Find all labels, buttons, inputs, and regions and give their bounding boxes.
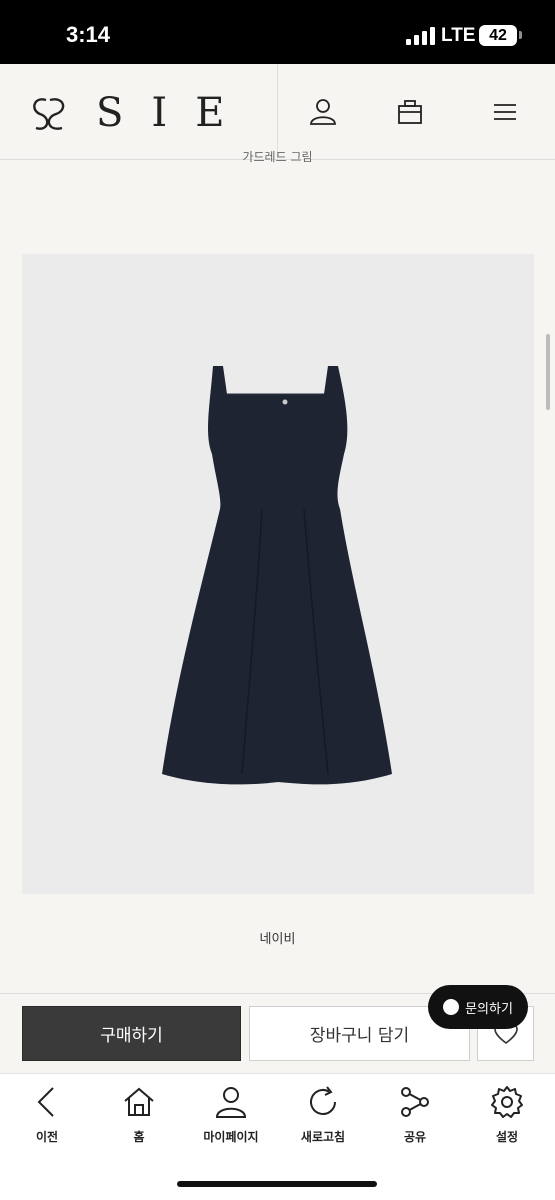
nav-label: 홈 — [133, 1130, 145, 1144]
share-icon — [401, 1087, 429, 1117]
gear-icon — [491, 1086, 523, 1118]
inquiry-logo-icon — [443, 999, 460, 1015]
nav-home[interactable]: 홈 — [93, 1084, 185, 1150]
header-divider — [277, 64, 278, 160]
refresh-icon — [310, 1086, 336, 1115]
person-icon — [215, 1087, 247, 1118]
buy-button[interactable]: 구매하기 — [22, 1006, 241, 1061]
inquiry-button[interactable]: 문의하기 — [428, 985, 528, 1029]
user-icon[interactable] — [308, 97, 338, 127]
nav-label: 이전 — [35, 1130, 59, 1144]
nav-settings[interactable]: 설정 — [461, 1084, 553, 1150]
battery-icon: 42 — [479, 25, 517, 46]
home-icon — [124, 1087, 154, 1116]
scrollbar[interactable] — [546, 334, 550, 410]
inquiry-label: 문의하기 — [465, 1001, 513, 1017]
network-type: LTE — [441, 25, 476, 46]
dress-image — [162, 366, 392, 785]
product-image[interactable] — [22, 254, 534, 894]
battery-tip — [519, 31, 522, 39]
nav-label: 새로고침 — [300, 1130, 346, 1144]
nav-label: 설정 — [495, 1130, 519, 1144]
bag-icon[interactable] — [395, 97, 425, 127]
home-indicator[interactable] — [177, 1181, 377, 1187]
menu-icon[interactable] — [490, 97, 520, 127]
nav-mypage[interactable]: 마이페이지 — [185, 1084, 277, 1150]
nav-label: 마이페이지 — [203, 1130, 259, 1144]
nav-label: 공유 — [403, 1130, 427, 1144]
site-header: SIE — [0, 64, 555, 160]
nav-share[interactable]: 공유 — [369, 1084, 461, 1150]
brand-name[interactable]: SIE — [96, 90, 252, 136]
signal-icon — [406, 27, 436, 45]
status-time: 3:14 — [66, 22, 111, 47]
partial-caption: 가드레드 그림 — [242, 150, 313, 164]
chevron-left-icon — [37, 1087, 54, 1117]
brand-logo-icon[interactable] — [26, 92, 70, 136]
nav-refresh[interactable]: 새로고침 — [277, 1084, 369, 1150]
nav-back[interactable]: 이전 — [1, 1084, 93, 1150]
status-bar: 3:14 LTE 42 — [0, 0, 555, 64]
product-color-label: 네이비 — [259, 932, 296, 947]
